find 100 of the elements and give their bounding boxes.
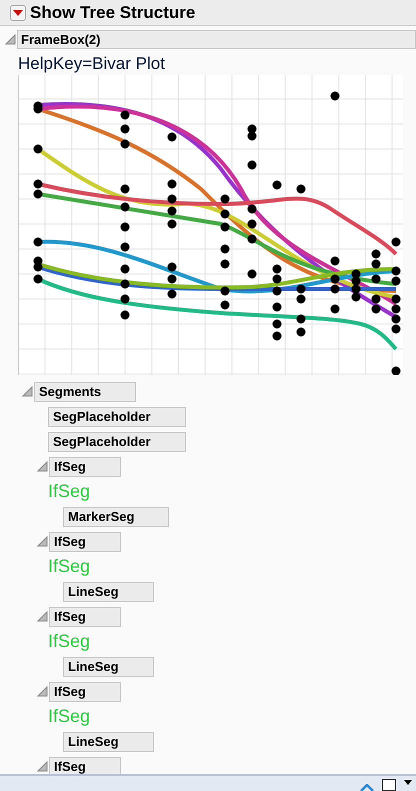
data-point: [272, 332, 282, 340]
data-point: [168, 290, 176, 298]
data-point: [34, 274, 42, 284]
data-point: [34, 238, 42, 246]
data-point: [168, 194, 176, 204]
data-point: [392, 366, 400, 375]
data-point: [168, 274, 176, 284]
expanded-triangle-icon[interactable]: [5, 34, 16, 45]
data-point: [392, 294, 400, 304]
data-point: [372, 274, 380, 284]
data-point: [120, 242, 130, 252]
data-point: [168, 262, 176, 272]
data-point: [352, 284, 360, 294]
data-point: [168, 180, 176, 188]
data-point: [120, 222, 130, 232]
data-point: [392, 276, 400, 286]
data-point: [272, 286, 282, 296]
data-point: [392, 314, 400, 324]
dropdown-arrow-icon[interactable]: [404, 780, 412, 785]
data-point: [34, 104, 42, 114]
data-point: [120, 294, 130, 304]
data-point: [372, 260, 380, 268]
segment-text: IfSeg: [48, 555, 90, 578]
data-point: [330, 92, 340, 100]
data-point: [330, 256, 340, 266]
data-point: [220, 222, 230, 232]
data-point: [168, 132, 176, 142]
data-point: [34, 144, 42, 154]
data-point: [220, 210, 230, 218]
expanded-triangle-icon[interactable]: [22, 386, 33, 397]
data-point: [120, 184, 130, 194]
data-point: [220, 194, 230, 204]
data-point: [330, 304, 340, 314]
data-point: [120, 140, 130, 148]
node-label: IfSeg: [49, 606, 121, 626]
data-point: [34, 180, 42, 188]
expanded-triangle-icon[interactable]: [37, 761, 48, 772]
data-point: [120, 310, 130, 320]
segment-text: IfSeg: [48, 630, 90, 653]
data-point: [248, 160, 256, 170]
expanded-triangle-icon[interactable]: [37, 611, 48, 622]
data-point: [392, 266, 400, 276]
data-point: [248, 220, 256, 228]
data-point: [372, 294, 380, 304]
node-label: IfSeg: [49, 532, 121, 552]
caret-icon: [13, 10, 23, 16]
data-point: [296, 284, 306, 294]
data-point: [330, 274, 340, 284]
node-label: SegPlaceholder: [48, 406, 186, 426]
data-point: [220, 300, 230, 310]
data-point: [392, 324, 400, 334]
dropdown-button[interactable]: [10, 4, 26, 20]
data-point: [120, 202, 130, 212]
data-point: [392, 304, 400, 314]
help-key-text: HelpKey=Bivar Plot: [18, 54, 165, 74]
data-point: [168, 206, 176, 216]
data-point: [372, 304, 380, 314]
expanded-triangle-icon[interactable]: [37, 461, 48, 472]
data-point: [120, 264, 130, 274]
data-point: [296, 294, 306, 304]
data-point: [220, 244, 230, 254]
data-point: [296, 184, 306, 194]
data-point: [34, 262, 42, 272]
node-label: LineSeg: [63, 582, 154, 602]
data-point: [392, 238, 400, 246]
data-point: [272, 264, 282, 274]
data-point: [372, 250, 380, 258]
data-point: [248, 132, 256, 140]
data-point: [248, 204, 256, 214]
data-point: [352, 276, 360, 286]
data-point: [272, 302, 282, 312]
node-label: IfSeg: [49, 682, 121, 702]
data-point: [34, 190, 42, 198]
data-point: [220, 286, 230, 296]
node-label: MarkerSeg: [63, 506, 170, 526]
data-point: [220, 260, 230, 268]
node-label: Segments: [34, 382, 136, 402]
data-point: [120, 280, 130, 288]
node-label: SegPlaceholder: [48, 432, 186, 452]
expanded-triangle-icon[interactable]: [37, 686, 48, 697]
node-label: IfSeg: [49, 756, 121, 774]
data-point: [168, 220, 176, 228]
data-point: [120, 110, 130, 120]
node-label: FrameBox(2): [17, 30, 416, 49]
panel-title: Show Tree Structure: [30, 2, 196, 22]
node-label: IfSeg: [49, 456, 121, 476]
data-point: [272, 320, 282, 328]
data-point: [248, 234, 256, 244]
data-point: [272, 180, 282, 190]
checkbox[interactable]: [382, 779, 396, 791]
segment-text: IfSeg: [48, 480, 90, 503]
data-point: [352, 292, 360, 302]
data-point: [272, 274, 282, 284]
data-point: [248, 270, 256, 278]
segment-text: IfSeg: [48, 705, 90, 728]
node-label: LineSeg: [63, 732, 154, 752]
expanded-triangle-icon[interactable]: [37, 536, 48, 547]
data-point: [296, 328, 306, 336]
node-label: LineSeg: [63, 656, 154, 676]
data-point: [330, 284, 340, 294]
